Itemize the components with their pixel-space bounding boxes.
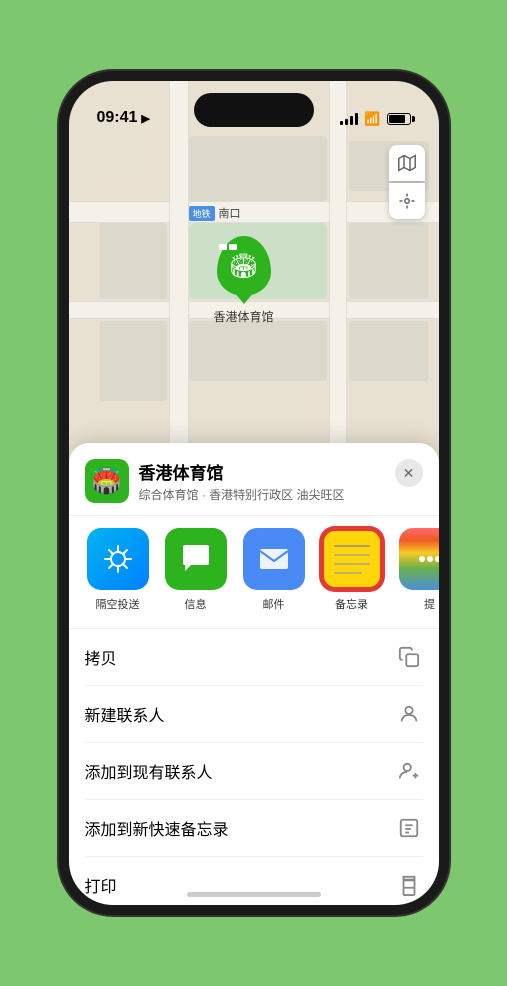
share-item-notes[interactable]: 备忘录 — [319, 528, 385, 612]
stadium-pin-icon: 🏟 — [228, 252, 258, 281]
messages-icon — [165, 528, 227, 590]
signal-bars-icon — [340, 113, 358, 125]
action-list: 拷贝 新建联系人 添加到现有联系人 — [69, 629, 439, 905]
mail-icon — [243, 528, 305, 590]
share-scroll: 隔空投送 信息 — [69, 524, 439, 616]
notes-lines — [324, 535, 380, 584]
dynamic-island — [194, 93, 314, 127]
add-note-label: 添加到新快速备忘录 — [85, 816, 229, 840]
more-label: 提 — [424, 596, 435, 612]
share-item-messages[interactable]: 信息 — [163, 528, 229, 612]
venue-icon: 🏟️ — [85, 459, 129, 503]
action-add-note[interactable]: 添加到新快速备忘录 — [85, 800, 423, 857]
stadium-pin-label: 香港体育馆 — [214, 308, 274, 325]
status-time: 09:41 ▶ — [97, 109, 150, 127]
map-background: 地铁 南口 🏟 香港体育馆 — [69, 81, 439, 501]
more-icon — [399, 528, 439, 590]
share-item-more[interactable]: 提 — [397, 528, 439, 612]
copy-icon — [395, 643, 423, 671]
print-label: 打印 — [85, 873, 117, 897]
wifi-icon: 📶 — [364, 111, 380, 127]
venue-header: 🏟️ 香港体育馆 综合体育馆 · 香港特别行政区 油尖旺区 ✕ — [69, 459, 439, 515]
mail-label: 邮件 — [263, 596, 285, 612]
close-icon: ✕ — [403, 465, 415, 482]
bottom-sheet: 🏟️ 香港体育馆 综合体育馆 · 香港特别行政区 油尖旺区 ✕ — [69, 443, 439, 905]
venue-emoji-icon: 🏟️ — [92, 467, 122, 496]
time-display: 09:41 — [97, 109, 138, 127]
notes-label: 备忘录 — [335, 596, 368, 612]
venue-subtitle: 综合体育馆 · 香港特别行政区 油尖旺区 — [139, 486, 395, 503]
airdrop-icon — [87, 528, 149, 590]
stadium-marker[interactable]: 🏟 香港体育馆 — [214, 236, 274, 325]
location-button[interactable] — [389, 183, 425, 219]
add-existing-icon — [395, 757, 423, 785]
new-contact-icon — [395, 700, 423, 728]
action-copy[interactable]: 拷贝 — [85, 629, 423, 686]
map-label-nankou: 地铁 南口 — [189, 205, 241, 221]
close-button[interactable]: ✕ — [395, 459, 423, 487]
phone-frame: 09:41 ▶ 📶 地铁 南口 — [59, 71, 449, 915]
marker-flags — [219, 244, 237, 250]
action-new-contact[interactable]: 新建联系人 — [85, 686, 423, 743]
battery-icon — [387, 113, 411, 125]
copy-label: 拷贝 — [85, 645, 117, 669]
action-print[interactable]: 打印 — [85, 857, 423, 905]
map-type-button[interactable] — [389, 145, 425, 181]
nankou-label: 南口 — [219, 205, 241, 221]
print-icon — [395, 871, 423, 899]
location-arrow-icon: ▶ — [141, 112, 149, 125]
action-add-existing[interactable]: 添加到现有联系人 — [85, 743, 423, 800]
share-item-mail[interactable]: 邮件 — [241, 528, 307, 612]
map-controls — [389, 145, 425, 219]
venue-name: 香港体育馆 — [139, 459, 395, 484]
marker-pin: 🏟 — [217, 236, 271, 296]
add-existing-label: 添加到现有联系人 — [85, 759, 213, 783]
status-icons: 📶 — [340, 111, 410, 127]
add-note-icon — [395, 814, 423, 842]
share-row: 隔空投送 信息 — [69, 515, 439, 629]
share-item-airdrop[interactable]: 隔空投送 — [85, 528, 151, 612]
airdrop-label: 隔空投送 — [96, 596, 140, 612]
notes-icon — [321, 528, 383, 590]
venue-info: 香港体育馆 综合体育馆 · 香港特别行政区 油尖旺区 — [139, 459, 395, 503]
new-contact-label: 新建联系人 — [85, 702, 165, 726]
metro-tag: 地铁 — [189, 206, 215, 221]
home-indicator — [187, 892, 321, 897]
messages-label: 信息 — [185, 596, 207, 612]
